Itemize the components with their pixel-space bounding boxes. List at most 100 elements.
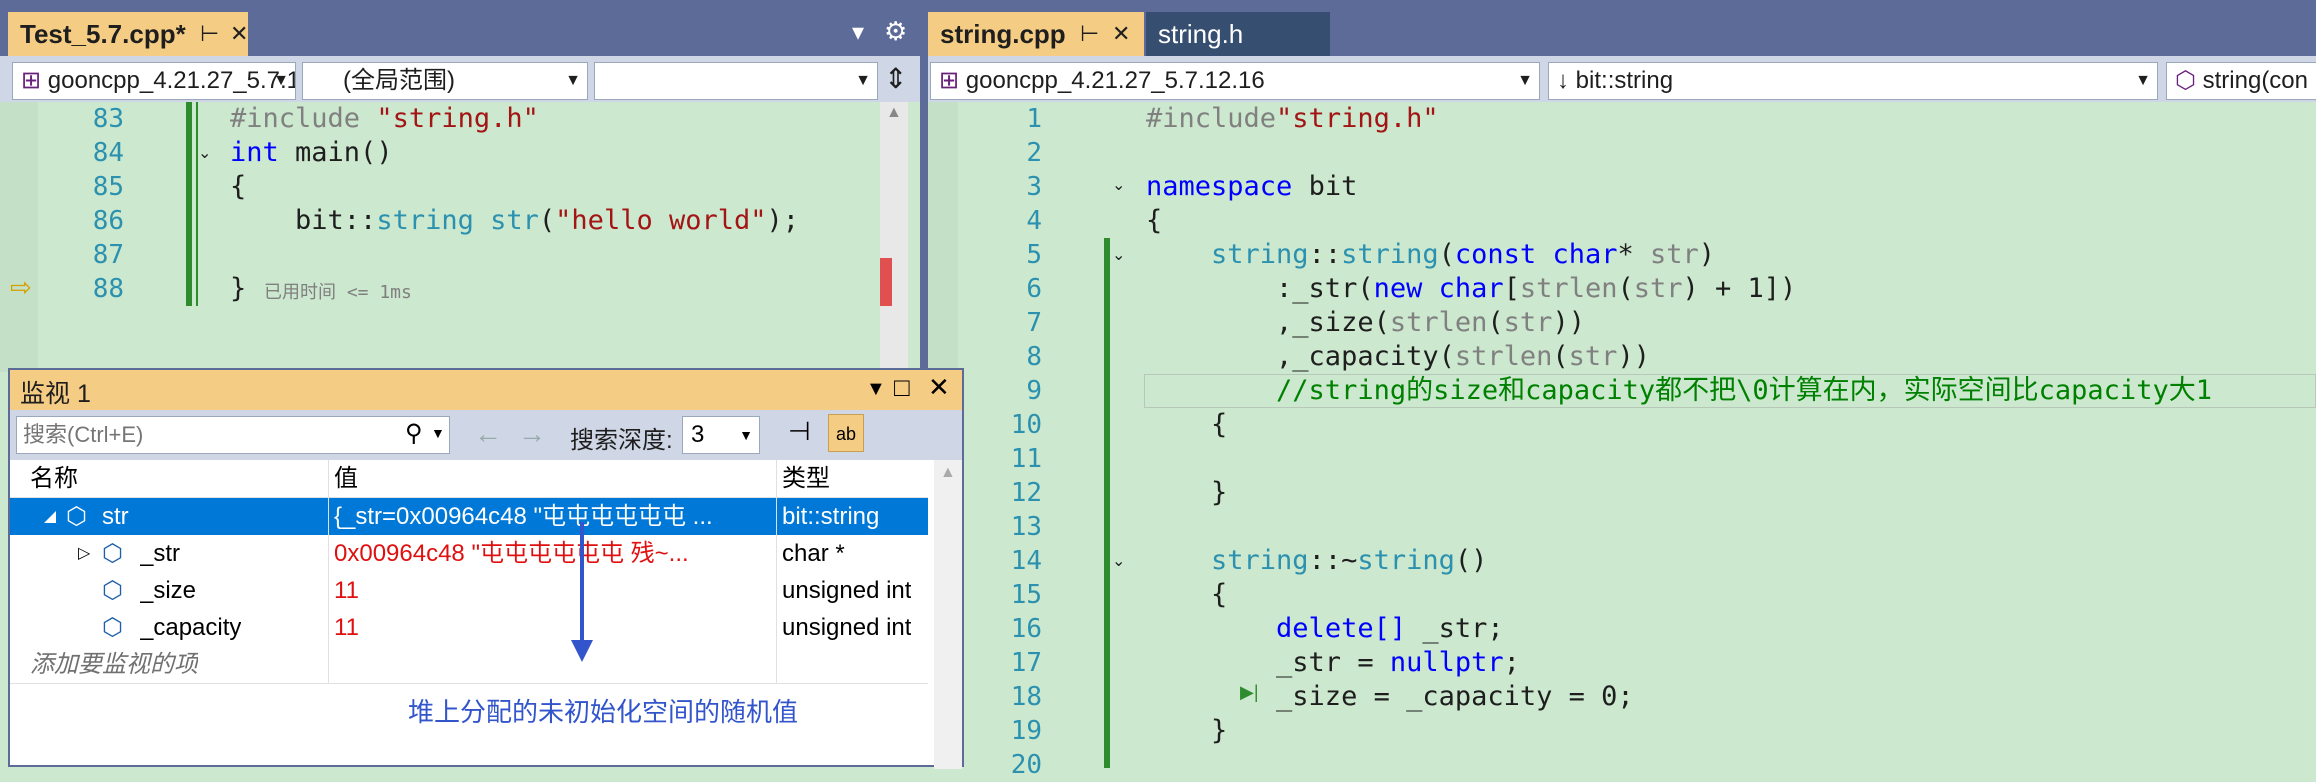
code-line: //string的size和capacity都不把\0计算在内，实际空间比cap…: [1146, 374, 2212, 408]
col-value-header[interactable]: 值: [334, 460, 358, 497]
line-number: 3: [1026, 172, 1042, 202]
code-token: }: [1146, 715, 1228, 746]
watch-row-type: char *: [782, 540, 845, 567]
table-row[interactable]: ⬡ _size 11 unsigned int: [10, 572, 928, 609]
line-number: 83: [92, 104, 124, 134]
annotation-arrow: [580, 522, 584, 644]
left-scope-combo[interactable]: (全局范围) ▼: [302, 62, 588, 100]
watch-row-value[interactable]: 11: [334, 609, 359, 646]
watch-header-row: 名称 值 类型: [10, 460, 928, 498]
close-icon[interactable]: ✕: [928, 372, 950, 403]
expand-icon[interactable]: ◢: [44, 498, 56, 535]
right-editor[interactable]: ⌄ ⌄ ⌄ ▶| 1 #include"string.h" 2 3 namespace …: [928, 102, 2316, 780]
watch-row-type: unsigned int: [782, 577, 912, 604]
depth-select[interactable]: 3 ▼: [682, 416, 760, 454]
forward-arrow-icon[interactable]: →: [518, 418, 546, 450]
code-token: (: [1617, 273, 1634, 304]
left-member-combo[interactable]: ▼: [594, 62, 878, 100]
table-row[interactable]: ◢ ⬡ str {_str=0x00964c48 "屯屯屯屯屯屯 ... bit…: [10, 498, 928, 535]
gear-icon[interactable]: ⚙: [884, 16, 907, 47]
watch-search-input[interactable]: [21, 419, 405, 451]
expand-icon[interactable]: ▷: [78, 535, 90, 572]
close-icon[interactable]: ✕: [1112, 12, 1130, 56]
scroll-up-icon[interactable]: ▲: [886, 104, 902, 122]
watch-search-box[interactable]: ⚲ ▼: [16, 416, 450, 454]
table-row[interactable]: ⬡ _capacity 11 unsigned int: [10, 609, 928, 646]
tab-string-h[interactable]: string.h: [1146, 12, 1330, 56]
code-token: (: [1552, 341, 1569, 372]
code-token: bit::: [230, 205, 377, 236]
close-icon[interactable]: ✕: [230, 12, 248, 56]
fold-icon[interactable]: ⌄: [1112, 554, 1128, 570]
code-line: }: [230, 272, 246, 306]
code-token: string: [1341, 239, 1439, 270]
view-mode-icon[interactable]: ab: [828, 414, 864, 452]
left-editor[interactable]: ⇨ ⌄ ▲ 83 #include "string.h" 84 int main() 8…: [0, 102, 920, 372]
pin-icon[interactable]: ⊢: [1080, 12, 1099, 56]
code-token: }: [230, 273, 247, 304]
left-scrollbar[interactable]: [880, 102, 908, 372]
watch-row-name: _capacity: [140, 614, 242, 641]
col-divider[interactable]: [776, 460, 777, 683]
line-number: 4: [1026, 206, 1042, 236]
watch-row-type: bit::string: [782, 503, 880, 530]
col-name-header[interactable]: 名称: [30, 460, 78, 497]
left-change-bar-2: [196, 102, 198, 306]
search-icon[interactable]: ⚲: [405, 419, 423, 448]
add-watch-row[interactable]: 添加要监视的项: [10, 646, 928, 684]
line-number: 15: [1010, 580, 1042, 610]
line-number: 5: [1026, 240, 1042, 270]
line-number: 8: [1026, 342, 1042, 372]
col-type-header[interactable]: 类型: [782, 460, 830, 497]
tab-test-cpp-label: Test_5.7.cpp*: [20, 19, 186, 49]
watch-row-value[interactable]: {_str=0x00964c48 "屯屯屯屯屯屯 ...: [334, 498, 774, 535]
code-token: str: [1633, 273, 1683, 304]
project-icon: ⊞: [21, 67, 48, 94]
code-line: :_str(new char[strlen(str) + 1]): [1146, 272, 1796, 306]
scroll-up-icon[interactable]: ▲: [940, 464, 956, 482]
back-arrow-icon[interactable]: ←: [474, 418, 502, 450]
fold-icon[interactable]: ⌄: [198, 146, 214, 162]
code-token: (: [1438, 239, 1455, 270]
line-number: 88: [92, 274, 124, 304]
right-project-combo[interactable]: ⊞ gooncpp_4.21.27_5.7.12.16 ▼: [930, 62, 1540, 100]
code-token: ) + 1]): [1682, 273, 1797, 304]
watch-toolbar: ⚲ ▼ ← → 搜索深度: 3▼ ⊣ ab: [10, 410, 962, 460]
add-watch-item[interactable]: 添加要监视的项: [30, 646, 198, 683]
watch-row-value[interactable]: 11: [334, 572, 359, 609]
code-token: );: [766, 205, 800, 236]
right-scope-combo[interactable]: ↓ bit::string ▼: [1548, 62, 2158, 100]
col-divider[interactable]: [328, 460, 329, 683]
pin-source-icon[interactable]: ⊣: [788, 416, 811, 447]
fold-icon[interactable]: ⌄: [1112, 248, 1128, 264]
tab-list-dropdown-icon[interactable]: ▾: [852, 18, 864, 47]
line-number: 10: [1010, 410, 1042, 440]
maximize-icon[interactable]: □: [894, 372, 910, 403]
pin-icon[interactable]: ⊢: [200, 12, 219, 56]
code-line: int main(): [230, 136, 393, 170]
code-line: }: [1146, 714, 1227, 748]
code-line: {: [1146, 204, 1162, 238]
code-line: bit::string str("hello world");: [230, 204, 799, 238]
code-token: {: [1146, 579, 1228, 610]
search-options-icon[interactable]: ▼: [431, 425, 445, 441]
project-icon: ⊞: [939, 67, 966, 94]
fold-icon[interactable]: ⌄: [1112, 178, 1128, 194]
watch-scrollbar[interactable]: ▲: [934, 460, 962, 769]
dropdown-icon[interactable]: ▼: [866, 378, 886, 401]
table-row[interactable]: ▷ ⬡ _str 0x00964c48 "屯屯屯屯屯屯 残~... char *: [10, 535, 928, 572]
right-member-combo[interactable]: ⬡ string(con: [2166, 62, 2316, 100]
line-number: 86: [92, 206, 124, 236]
watch-row-value[interactable]: 0x00964c48 "屯屯屯屯屯屯 残~...: [334, 535, 774, 572]
line-number: 19: [1010, 716, 1042, 746]
watch-row-name: _str: [140, 540, 181, 567]
code-token: //string的size和capacity都不把\0计算在内，实际空间比cap…: [1146, 375, 2212, 406]
code-token: string: [376, 205, 474, 236]
left-project-combo[interactable]: ⊞ gooncpp_4.21.27_5.7.12.16▼: [12, 62, 296, 100]
watch-title-bar[interactable]: 监视 1 ▼ □ ✕: [10, 370, 962, 410]
code-token: {: [1146, 409, 1228, 440]
line-number: 2: [1026, 138, 1042, 168]
split-icon[interactable]: ⇕: [884, 62, 907, 95]
